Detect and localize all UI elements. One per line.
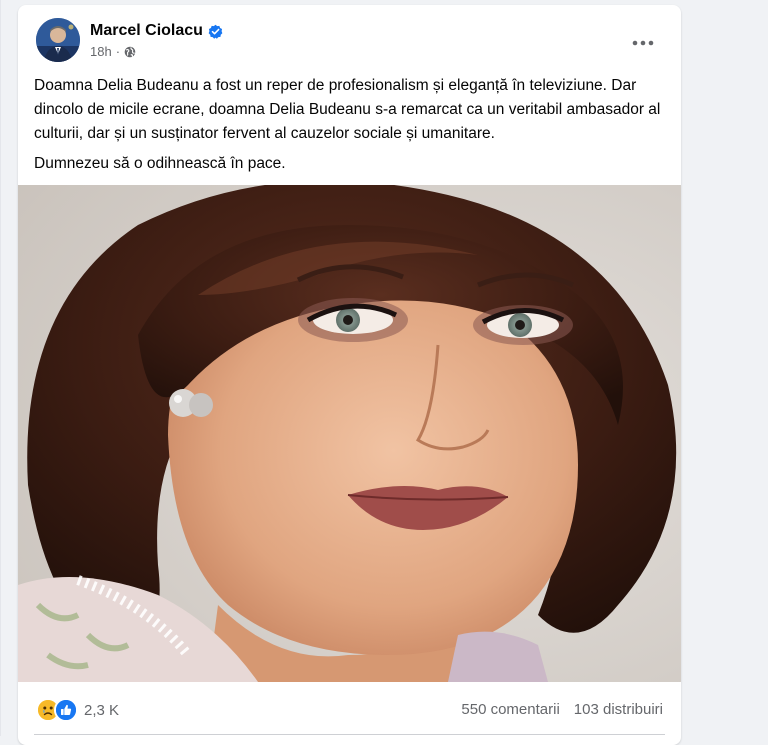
reaction-count[interactable]: 2,3 K xyxy=(84,702,119,719)
globe-icon[interactable] xyxy=(124,46,136,58)
verified-badge-icon xyxy=(208,24,223,39)
post-stats: 550 comentarii 103 distribuiri xyxy=(461,701,663,718)
footer-divider xyxy=(34,734,665,735)
author-line: Marcel Ciolacu xyxy=(90,22,223,40)
post-text: Doamna Delia Budeanu a fost un reper de … xyxy=(34,74,674,182)
post-header: Marcel Ciolacu 18h · xyxy=(18,5,681,69)
portrait-image xyxy=(18,185,681,682)
post-card: Marcel Ciolacu 18h · Doamna Delia Budean… xyxy=(18,5,681,745)
left-column-edge xyxy=(0,0,1,736)
comments-count-link[interactable]: 550 comentarii xyxy=(461,701,559,718)
author-name[interactable]: Marcel Ciolacu xyxy=(90,22,203,40)
post-photo[interactable] xyxy=(18,185,681,682)
avatar-image xyxy=(36,18,80,62)
left-column-strip xyxy=(0,0,12,736)
shares-count-link[interactable]: 103 distribuiri xyxy=(574,701,663,718)
meta-separator: · xyxy=(115,44,121,59)
post-meta: 18h · xyxy=(90,44,136,59)
post-timestamp[interactable]: 18h xyxy=(90,44,112,59)
more-options-button[interactable] xyxy=(625,25,661,61)
more-dots-icon xyxy=(632,40,654,46)
like-reaction-icon xyxy=(54,698,78,722)
post-paragraph: Dumnezeu să o odihnească în pace. xyxy=(34,155,286,172)
author-avatar[interactable] xyxy=(36,18,80,62)
reactions-summary[interactable]: 2,3 K xyxy=(36,698,119,722)
post-footer: 2,3 K 550 comentarii 103 distribuiri xyxy=(18,682,681,742)
post-paragraph: Doamna Delia Budeanu a fost un reper de … xyxy=(34,77,661,142)
